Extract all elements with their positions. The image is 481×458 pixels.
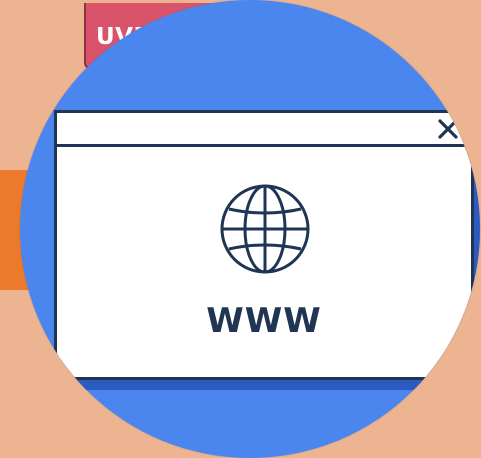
globe-icon: [220, 184, 310, 274]
browser-titlebar: [57, 113, 471, 147]
www-label: WWW: [206, 301, 322, 341]
browser-window: WWW: [54, 110, 474, 380]
website-illustration-circle: WWW: [20, 0, 480, 458]
close-icon[interactable]: [435, 116, 461, 142]
